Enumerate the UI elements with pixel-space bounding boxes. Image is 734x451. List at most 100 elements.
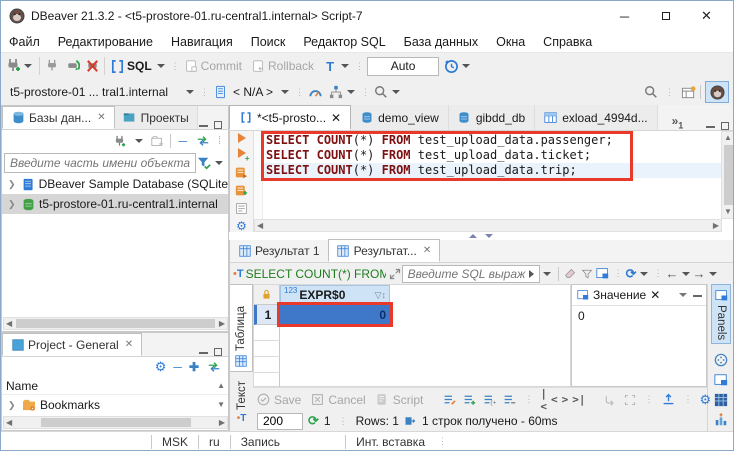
database-selector[interactable]: < N/A > xyxy=(228,83,278,102)
add-row-icon[interactable] xyxy=(461,392,477,408)
dbeaver-perspective-button[interactable] xyxy=(705,81,729,103)
edit-row-icon[interactable] xyxy=(441,392,457,408)
explain-plan-icon[interactable] xyxy=(235,201,249,215)
quick-search-icon[interactable] xyxy=(643,84,659,100)
export-results-icon[interactable] xyxy=(661,392,677,408)
panels-tab[interactable]: Panels xyxy=(711,284,731,344)
expand-arrow-icon[interactable]: ❯ xyxy=(8,400,18,411)
project-scroll-up-icon[interactable]: ▲ xyxy=(215,380,228,392)
tab-script7-close-icon[interactable]: ✕ xyxy=(331,111,341,125)
menu-search[interactable]: Поиск xyxy=(251,35,286,49)
value-panel-content[interactable]: 0 xyxy=(572,306,706,326)
value-panel-close-icon[interactable]: ✕ xyxy=(650,288,660,302)
execute-script-new-tab-icon[interactable] xyxy=(235,183,249,197)
tab-databases-close-icon[interactable]: ✕ xyxy=(97,112,105,123)
aggregate-panel-icon[interactable] xyxy=(713,412,729,428)
next-dropdown[interactable] xyxy=(709,272,717,276)
search-metadata-icon[interactable] xyxy=(373,84,389,100)
navigator-minimize-icon[interactable] xyxy=(199,124,208,127)
timezone-indicator[interactable]: MSK xyxy=(152,435,198,449)
connect-icon[interactable] xyxy=(44,58,60,74)
last-row-icon[interactable]: >| xyxy=(572,393,585,406)
tab-databases[interactable]: Базы дан... ✕ xyxy=(2,106,115,129)
navigator-maximize-icon[interactable] xyxy=(214,121,222,129)
locale-indicator[interactable]: ru xyxy=(199,435,230,449)
commit-mode-combo[interactable]: Auto xyxy=(367,57,439,76)
tab-projects[interactable]: Проекты xyxy=(115,106,198,129)
previous-page-icon[interactable]: ← xyxy=(666,266,679,281)
cancel-button[interactable]: Cancel xyxy=(328,393,365,407)
project-settings-gear-icon[interactable]: ⚙ xyxy=(155,359,167,375)
reconnect-icon[interactable] xyxy=(64,58,80,74)
expand-arrow-icon[interactable]: ❯ xyxy=(8,199,18,210)
expand-filter-icon[interactable] xyxy=(388,266,402,282)
project-hscrollbar[interactable]: ◀▶ xyxy=(3,416,228,429)
navigator-filter-input[interactable] xyxy=(10,156,190,170)
tab-project-close-icon[interactable]: ✕ xyxy=(125,339,133,350)
delete-row-icon[interactable] xyxy=(501,392,517,408)
tab-overflow-chevron[interactable]: »1 xyxy=(672,114,684,130)
sql-editor-dropdown[interactable] xyxy=(157,64,165,68)
menu-edit[interactable]: Редактирование xyxy=(58,35,153,49)
sql-code[interactable]: SELECT COUNT(*) FROM test_upload_data.pa… xyxy=(263,133,721,217)
next-page-icon[interactable]: → xyxy=(693,266,706,281)
project-collapse-icon[interactable]: ─ xyxy=(173,360,182,374)
commit-button[interactable]: Commit xyxy=(201,59,242,73)
menu-navigation[interactable]: Навигация xyxy=(171,35,233,49)
connection-selector[interactable]: t5-prostore-01 ... tral1.internal xyxy=(5,83,183,102)
config-panels-icon[interactable] xyxy=(595,266,611,282)
nav-new-connection-dropdown[interactable] xyxy=(135,139,143,143)
database-selector-dropdown[interactable] xyxy=(281,90,289,94)
execute-script-icon[interactable] xyxy=(235,165,249,179)
grid-corner-cell[interactable] xyxy=(254,285,280,305)
script-button[interactable]: Script xyxy=(393,393,424,407)
filter-icon[interactable] xyxy=(196,155,212,171)
calc-panel-icon[interactable] xyxy=(713,392,729,408)
presentation-tab-grid[interactable]: Таблица xyxy=(230,284,253,372)
minimize-button[interactable]: ─ xyxy=(604,2,645,31)
save-button[interactable]: Save xyxy=(274,393,301,407)
disconnect-icon[interactable] xyxy=(84,58,100,74)
value-panel-minimize-icon[interactable] xyxy=(693,294,702,297)
tree-item-bookmarks[interactable]: ❯ Bookmarks ▼ xyxy=(2,395,228,415)
results-filter-input[interactable] xyxy=(408,267,529,281)
tab-demo-view[interactable]: demo_view xyxy=(351,105,449,130)
splitter-down-icon[interactable] xyxy=(485,234,493,238)
refresh-results-icon[interactable]: ⟳ xyxy=(626,266,637,282)
tree-item-t5-prostore[interactable]: ❯ t5-prostore-01.ru-central1.internal xyxy=(2,194,228,214)
tab-script7[interactable]: *<t5-prosto... ✕ xyxy=(229,105,351,130)
value-panel-menu-icon[interactable] xyxy=(679,293,687,297)
apply-filter-icon[interactable] xyxy=(529,270,534,278)
menu-help[interactable]: Справка xyxy=(543,35,592,49)
nav-new-connection-icon[interactable] xyxy=(112,133,128,149)
tree-item-sample-database[interactable]: ❯ DBeaver Sample Database (SQLite xyxy=(2,174,228,194)
metadata-panel-icon[interactable] xyxy=(713,352,729,368)
tab-gibdd-db[interactable]: gibdd_db xyxy=(449,105,535,130)
project-maximize-icon[interactable] xyxy=(214,348,222,356)
menu-database[interactable]: База данных xyxy=(404,35,478,49)
tab-exload[interactable]: exload_4994d... xyxy=(535,105,657,130)
filter-history-dropdown[interactable] xyxy=(543,272,551,276)
filters-menu-icon[interactable] xyxy=(579,266,595,282)
editor-hscrollbar[interactable]: ◀▶ xyxy=(254,219,722,232)
previous-dropdown[interactable] xyxy=(682,272,690,276)
menu-sql-editor[interactable]: Редактор SQL xyxy=(303,35,385,49)
results-splitter[interactable] xyxy=(469,232,499,240)
new-folder-icon[interactable] xyxy=(150,133,166,149)
maximize-button[interactable] xyxy=(645,2,686,31)
transaction-log-icon[interactable] xyxy=(443,58,459,74)
results-grid[interactable]: 123 EXPR$0 ▽↕ 1 0 xyxy=(253,284,571,387)
expand-arrow-icon[interactable]: ❯ xyxy=(8,179,18,190)
execute-statement-icon[interactable] xyxy=(238,133,246,143)
navigator-hscrollbar[interactable]: ◀▶ xyxy=(3,317,228,330)
first-row-icon[interactable]: |< xyxy=(540,387,547,413)
project-minimize-icon[interactable] xyxy=(199,351,208,354)
project-expand-icon[interactable]: ✚ xyxy=(189,360,199,374)
view-menu-icon[interactable]: ⁞ xyxy=(218,135,221,147)
tab-project-general[interactable]: Project - General ✕ xyxy=(2,333,142,356)
value-viewer-panel-icon[interactable] xyxy=(713,372,729,388)
splitter-up-icon[interactable] xyxy=(469,234,477,238)
search-metadata-dropdown[interactable] xyxy=(392,90,400,94)
refresh-dropdown[interactable] xyxy=(640,272,648,276)
filter-dropdown[interactable] xyxy=(215,161,223,165)
